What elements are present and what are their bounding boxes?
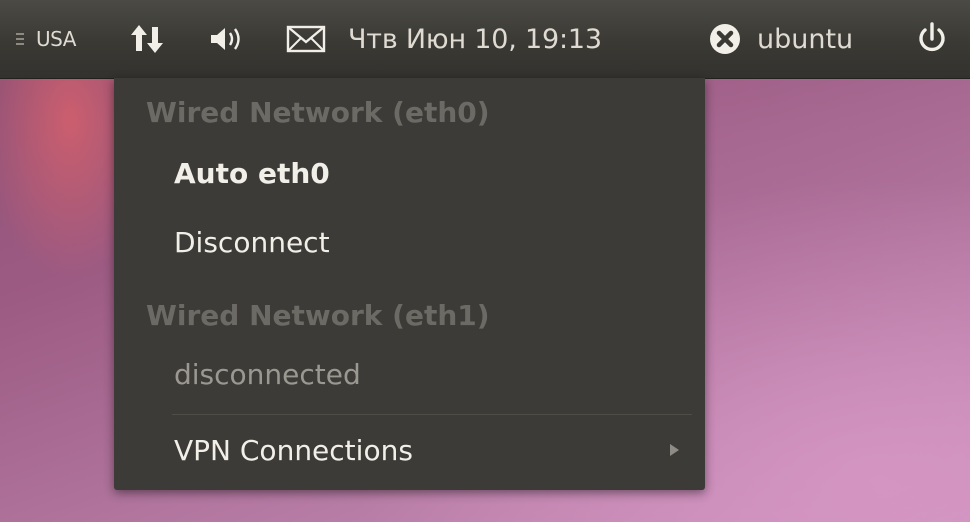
submenu-arrow-icon: [670, 444, 679, 456]
network-indicator[interactable]: [122, 0, 172, 78]
menu-item-label: Auto eth0: [174, 156, 330, 190]
menu-item-disconnected: disconnected: [114, 342, 705, 406]
menu-item-label: disconnected: [174, 357, 361, 391]
session-menu[interactable]: [910, 0, 954, 78]
section-header-eth0: Wired Network (eth0): [114, 80, 705, 144]
desktop: USA Чтв Июн 10, 19:13 ubuntu Wired Netwo…: [0, 0, 970, 522]
menu-separator: [172, 414, 692, 415]
section-header-eth1: Wired Network (eth1): [114, 283, 705, 347]
keyboard-layout-label: USA: [36, 27, 76, 51]
menu-item-label: Disconnect: [174, 225, 330, 259]
network-menu: Wired Network (eth0) Auto eth0 Disconnec…: [114, 78, 705, 490]
network-up-down-icon: [131, 25, 163, 53]
menu-item-disconnect[interactable]: Disconnect: [114, 210, 705, 274]
menu-item-auto-eth0[interactable]: Auto eth0: [114, 141, 705, 205]
menu-item-vpn-connections[interactable]: VPN Connections: [114, 418, 705, 482]
clock-label: Чтв Июн 10, 19:13: [348, 23, 602, 55]
section-header-label: Wired Network (eth1): [146, 298, 490, 332]
user-status-icon: [710, 24, 740, 54]
keyboard-indicator-grip-icon: [16, 0, 24, 78]
power-icon: [919, 22, 945, 52]
speaker-volume-icon: [211, 28, 240, 50]
top-panel: USA Чтв Июн 10, 19:13 ubuntu: [0, 0, 970, 79]
section-header-label: Wired Network (eth0): [146, 95, 490, 129]
mail-envelope-icon: [286, 25, 326, 53]
keyboard-layout-indicator[interactable]: USA: [36, 0, 76, 78]
user-status-indicator[interactable]: [705, 0, 745, 78]
messaging-indicator[interactable]: [282, 0, 330, 78]
volume-indicator[interactable]: [204, 0, 248, 78]
menu-item-label: VPN Connections: [174, 433, 413, 467]
user-name-label: ubuntu: [757, 23, 854, 55]
clock[interactable]: Чтв Июн 10, 19:13: [348, 0, 602, 78]
user-name[interactable]: ubuntu: [757, 0, 853, 78]
